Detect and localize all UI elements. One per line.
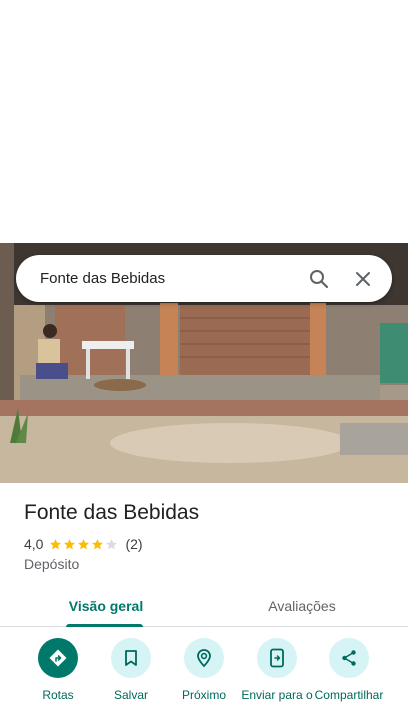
nearby-label: Próximo [181, 688, 226, 702]
tab-bar: Visão geral Avaliações [0, 584, 408, 627]
close-icon [356, 271, 370, 286]
active-tab-indicator [66, 624, 143, 627]
directions-circle [38, 638, 78, 678]
tab-overview[interactable]: Visão geral [56, 584, 156, 627]
send-to-phone-button[interactable]: Enviar para o [239, 638, 315, 702]
star-filled-icon [64, 538, 76, 549]
save-button[interactable]: Salvar [93, 638, 169, 702]
share-label: Compartilhar [314, 688, 384, 702]
star-empty-icon [106, 538, 118, 549]
share-circle [329, 638, 369, 678]
rating-stars [49, 538, 119, 551]
share-icon [342, 650, 356, 666]
directions-icon [49, 649, 67, 667]
nearby-icon [197, 649, 211, 668]
nearby-button[interactable]: Próximo [166, 638, 242, 702]
place-title: Fonte das Bebidas [24, 501, 200, 524]
rating-value: 4,0 [24, 536, 44, 552]
review-count: (2) [125, 536, 143, 552]
close-button[interactable] [346, 262, 380, 296]
search-input[interactable]: Fonte das Bebidas [40, 270, 292, 287]
directions-label: Rotas [42, 688, 74, 702]
action-bar: Rotas Salvar Próximo Enviar para o Compa… [0, 638, 408, 726]
send-to-phone-icon [270, 648, 284, 668]
search-icon [310, 269, 329, 288]
save-label: Salvar [113, 688, 148, 702]
star-filled-icon [50, 538, 62, 549]
star-filled-icon [92, 538, 104, 549]
save-circle [111, 638, 151, 678]
map-area-blank [0, 0, 408, 243]
nearby-circle [184, 638, 224, 678]
rating-row[interactable]: 4,0 (2) [24, 536, 143, 552]
star-filled-icon [78, 538, 90, 549]
bookmark-icon [125, 650, 137, 666]
directions-button[interactable]: Rotas [20, 638, 96, 702]
share-button[interactable]: Compartilhar [311, 638, 387, 702]
send-to-phone-circle [257, 638, 297, 678]
search-bar[interactable]: Fonte das Bebidas [16, 255, 392, 302]
search-button[interactable] [302, 262, 336, 296]
place-category: Depósito [24, 556, 80, 572]
tab-reviews[interactable]: Avaliações [252, 584, 352, 627]
send-to-phone-label: Enviar para o [241, 688, 313, 702]
